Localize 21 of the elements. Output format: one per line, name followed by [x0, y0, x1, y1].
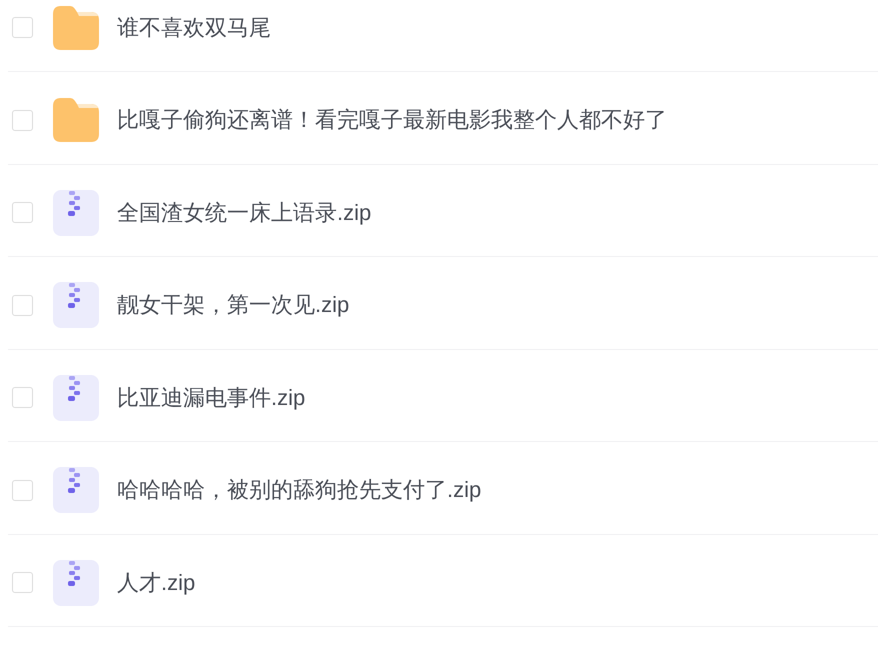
zip-file-icon [53, 282, 99, 328]
checkbox[interactable] [12, 17, 33, 38]
file-name[interactable]: 人才.zip [117, 568, 196, 598]
checkbox[interactable] [12, 202, 33, 224]
file-name[interactable]: 全国渣女统一床上语录.zip [117, 198, 372, 228]
checkbox[interactable] [12, 294, 33, 316]
zip-file-icon [53, 560, 99, 606]
zip-file-icon [53, 374, 99, 421]
zip-file-icon [53, 190, 99, 236]
file-name[interactable]: 靓女干架，第一次见.zip [117, 290, 350, 320]
folder-icon [53, 6, 99, 50]
file-name[interactable]: 哈哈哈哈，被别的舔狗抢先支付了.zip [117, 475, 482, 506]
folder-icon [53, 98, 99, 142]
file-name[interactable]: 比嘎子偷狗还离谱！看完嘎子最新电影我整个人都不好了 [117, 105, 667, 136]
checkbox[interactable] [12, 480, 33, 501]
checkbox[interactable] [12, 572, 33, 594]
zip-file-icon [53, 467, 99, 514]
checkbox[interactable] [12, 110, 33, 131]
file-name[interactable]: 谁不喜欢双马尾 [117, 12, 271, 43]
file-name[interactable]: 比亚迪漏电事件.zip [117, 382, 306, 413]
checkbox[interactable] [12, 387, 33, 408]
